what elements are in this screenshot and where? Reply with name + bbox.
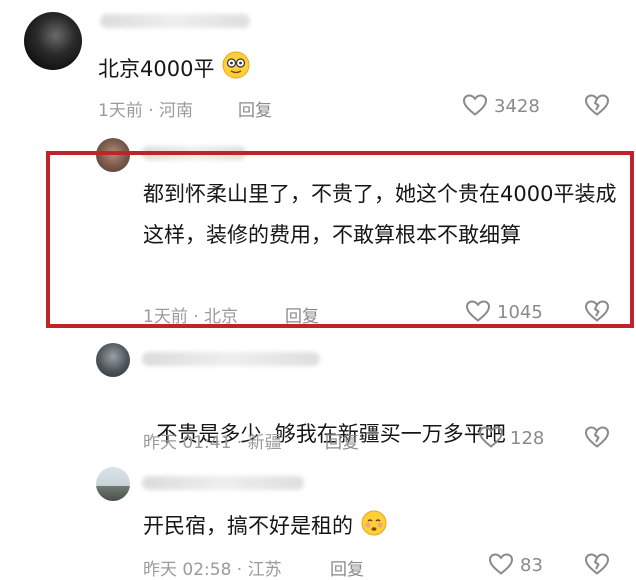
avatar[interactable] xyxy=(96,343,130,377)
comment-meta: 昨天 02:58 · 江苏 xyxy=(143,560,282,580)
comment-1: 北京4000平 1天前 · 河南 回复 3428 xyxy=(0,0,636,128)
comment-meta: 1天前 · 河南 xyxy=(98,101,194,121)
face-emoji xyxy=(360,509,388,548)
comment-text: 开民宿，搞不好是租的 xyxy=(143,508,388,548)
heart-outline-icon[interactable] xyxy=(488,552,514,576)
comment-text: 都到怀柔山里了，不贵了，她这个贵在4000平装成这样，装修的费用，不敢算根本不敢… xyxy=(143,174,621,256)
like-count: 128 xyxy=(510,428,545,449)
broken-heart-icon[interactable] xyxy=(584,425,610,449)
reply-button[interactable]: 回复 xyxy=(285,302,319,327)
broken-heart-icon[interactable] xyxy=(584,552,610,576)
username-blurred[interactable] xyxy=(142,352,320,366)
face-emoji xyxy=(221,50,251,91)
comment-text-content: 北京4000平 xyxy=(98,57,215,81)
comment-text-content: 都到怀柔山里了，不贵了，她这个贵在4000平装成这样，装修的费用，不敢算根本不敢… xyxy=(143,182,617,247)
heart-outline-icon[interactable] xyxy=(462,93,488,117)
avatar[interactable] xyxy=(96,467,130,501)
comment-meta: 昨天 01:41 · 新疆 xyxy=(143,433,282,453)
avatar[interactable] xyxy=(24,12,82,70)
broken-heart-icon[interactable] xyxy=(584,93,610,117)
comment-meta: 1天前 · 北京 xyxy=(143,307,239,327)
username-blurred[interactable] xyxy=(142,476,304,490)
like-count: 83 xyxy=(520,555,543,576)
reply-button[interactable]: 回复 xyxy=(325,428,359,453)
username-blurred[interactable] xyxy=(100,14,250,28)
like-count: 3428 xyxy=(494,96,540,117)
reply-button[interactable]: 回复 xyxy=(238,96,272,121)
heart-outline-icon[interactable] xyxy=(478,425,504,449)
broken-heart-icon[interactable] xyxy=(584,299,610,323)
comment-text: 北京4000平 xyxy=(98,50,251,91)
heart-outline-icon[interactable] xyxy=(465,299,491,323)
like-count: 1045 xyxy=(497,302,543,323)
reply-button[interactable]: 回复 xyxy=(330,555,364,580)
comment-text-content: 开民宿，搞不好是租的 xyxy=(143,514,353,538)
